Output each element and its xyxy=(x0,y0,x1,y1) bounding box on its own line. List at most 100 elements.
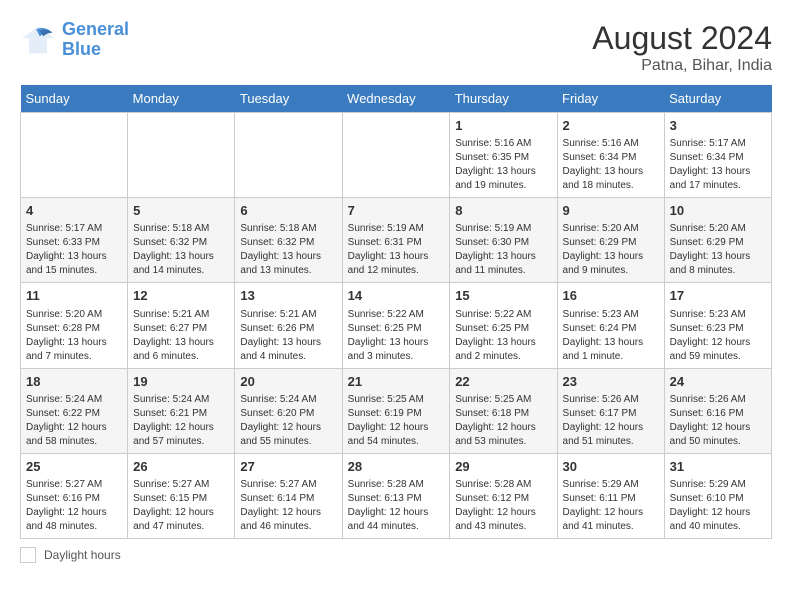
day-number: 17 xyxy=(670,287,766,305)
day-cell: 9 Sunrise: 5:20 AM Sunset: 6:29 PM Daylig… xyxy=(557,198,664,283)
day-cell: 12 Sunrise: 5:21 AM Sunset: 6:27 PM Dayli… xyxy=(128,283,235,368)
day-cell: 2 Sunrise: 5:16 AM Sunset: 6:34 PM Daylig… xyxy=(557,113,664,198)
day-info: Sunrise: 5:29 AM Sunset: 6:11 PM Dayligh… xyxy=(563,478,659,534)
header-wednesday: Wednesday xyxy=(342,85,450,113)
day-number: 10 xyxy=(670,202,766,220)
day-number: 23 xyxy=(563,373,659,391)
header-friday: Friday xyxy=(557,85,664,113)
day-cell: 27Sunrise: 5:27 AM Sunset: 6:14 PM Dayli… xyxy=(235,453,342,538)
week-row-4: 25 Sunrise: 5:27 AM Sunset: 6:16 PM Dayli… xyxy=(21,453,772,538)
day-info: Sunrise: 5:24 AM Sunset: 6:20 PM Dayligh… xyxy=(240,393,336,449)
day-info: Sunrise: 5:18 AM Sunset: 6:32 PM Dayligh… xyxy=(133,222,229,278)
day-number: 15 xyxy=(455,287,551,305)
day-number: 12 xyxy=(133,287,229,305)
day-info: Sunrise: 5:29 AM Sunset: 6:10 PM Dayligh… xyxy=(670,478,766,534)
week-row-3: 18Sunrise: 5:24 AM Sunset: 6:22 PM Dayli… xyxy=(21,368,772,453)
day-info: Sunrise: 5:26 AM Sunset: 6:17 PM Dayligh… xyxy=(563,393,659,449)
day-cell: 25 Sunrise: 5:27 AM Sunset: 6:16 PM Dayli… xyxy=(21,453,128,538)
day-cell: 26Sunrise: 5:27 AM Sunset: 6:15 PM Dayli… xyxy=(128,453,235,538)
day-cell: 28Sunrise: 5:28 AM Sunset: 6:13 PM Dayli… xyxy=(342,453,450,538)
day-info: Sunrise: 5:23 AM Sunset: 6:24 PM Dayligh… xyxy=(563,308,659,364)
day-cell: 7 Sunrise: 5:19 AM Sunset: 6:31 PM Daylig… xyxy=(342,198,450,283)
day-cell: 10 Sunrise: 5:20 AM Sunset: 6:29 PM Dayli… xyxy=(664,198,771,283)
day-number: 28 xyxy=(348,458,445,476)
day-info: Sunrise: 5:25 AM Sunset: 6:18 PM Dayligh… xyxy=(455,393,551,449)
header-saturday: Saturday xyxy=(664,85,771,113)
day-info: Sunrise: 5:22 AM Sunset: 6:25 PM Dayligh… xyxy=(348,308,445,364)
day-info: Sunrise: 5:21 AM Sunset: 6:27 PM Dayligh… xyxy=(133,308,229,364)
day-number: 16 xyxy=(563,287,659,305)
day-info: Sunrise: 5:20 AM Sunset: 6:29 PM Dayligh… xyxy=(670,222,766,278)
week-row-1: 4 Sunrise: 5:17 AM Sunset: 6:33 PM Daylig… xyxy=(21,198,772,283)
day-info: Sunrise: 5:24 AM Sunset: 6:21 PM Dayligh… xyxy=(133,393,229,449)
day-info: Sunrise: 5:20 AM Sunset: 6:29 PM Dayligh… xyxy=(563,222,659,278)
day-number: 6 xyxy=(240,202,336,220)
header-sunday: Sunday xyxy=(21,85,128,113)
day-number: 31 xyxy=(670,458,766,476)
day-number: 29 xyxy=(455,458,551,476)
day-info: Sunrise: 5:27 AM Sunset: 6:16 PM Dayligh… xyxy=(26,478,122,534)
day-cell: 16 Sunrise: 5:23 AM Sunset: 6:24 PM Dayli… xyxy=(557,283,664,368)
day-cell: 15 Sunrise: 5:22 AM Sunset: 6:25 PM Dayli… xyxy=(450,283,557,368)
week-row-2: 11Sunrise: 5:20 AM Sunset: 6:28 PM Dayli… xyxy=(21,283,772,368)
title-block: August 2024 Patna, Bihar, India xyxy=(592,20,772,75)
day-cell: 5Sunrise: 5:18 AM Sunset: 6:32 PM Daylig… xyxy=(128,198,235,283)
day-cell: 20 Sunrise: 5:24 AM Sunset: 6:20 PM Dayli… xyxy=(235,368,342,453)
day-info: Sunrise: 5:23 AM Sunset: 6:23 PM Dayligh… xyxy=(670,308,766,364)
logo-line1: General xyxy=(62,19,129,39)
day-info: Sunrise: 5:19 AM Sunset: 6:30 PM Dayligh… xyxy=(455,222,551,278)
day-cell: 3 Sunrise: 5:17 AM Sunset: 6:34 PM Daylig… xyxy=(664,113,771,198)
day-number: 9 xyxy=(563,202,659,220)
day-cell: 17 Sunrise: 5:23 AM Sunset: 6:23 PM Dayli… xyxy=(664,283,771,368)
day-number: 19 xyxy=(133,373,229,391)
day-cell: 11Sunrise: 5:20 AM Sunset: 6:28 PM Dayli… xyxy=(21,283,128,368)
week-row-0: 1Sunrise: 5:16 AM Sunset: 6:35 PM Daylig… xyxy=(21,113,772,198)
day-number: 3 xyxy=(670,117,766,135)
day-cell: 18Sunrise: 5:24 AM Sunset: 6:22 PM Dayli… xyxy=(21,368,128,453)
page-header: General Blue August 2024 Patna, Bihar, I… xyxy=(20,20,772,75)
day-info: Sunrise: 5:21 AM Sunset: 6:26 PM Dayligh… xyxy=(240,308,336,364)
day-info: Sunrise: 5:17 AM Sunset: 6:33 PM Dayligh… xyxy=(26,222,122,278)
calendar-body: 1Sunrise: 5:16 AM Sunset: 6:35 PM Daylig… xyxy=(21,113,772,539)
day-info: Sunrise: 5:19 AM Sunset: 6:31 PM Dayligh… xyxy=(348,222,445,278)
day-cell: 14Sunrise: 5:22 AM Sunset: 6:25 PM Dayli… xyxy=(342,283,450,368)
day-number: 2 xyxy=(563,117,659,135)
day-number: 22 xyxy=(455,373,551,391)
day-cell xyxy=(21,113,128,198)
day-cell: 23 Sunrise: 5:26 AM Sunset: 6:17 PM Dayli… xyxy=(557,368,664,453)
day-number: 18 xyxy=(26,373,122,391)
header-tuesday: Tuesday xyxy=(235,85,342,113)
logo-text: General Blue xyxy=(62,20,129,60)
logo-line2: Blue xyxy=(62,39,101,59)
location: Patna, Bihar, India xyxy=(592,57,772,75)
day-number: 13 xyxy=(240,287,336,305)
day-info: Sunrise: 5:17 AM Sunset: 6:34 PM Dayligh… xyxy=(670,137,766,193)
day-cell: 22 Sunrise: 5:25 AM Sunset: 6:18 PM Dayli… xyxy=(450,368,557,453)
header-row: Sunday Monday Tuesday Wednesday Thursday… xyxy=(21,85,772,113)
day-cell xyxy=(342,113,450,198)
day-cell: 31 Sunrise: 5:29 AM Sunset: 6:10 PM Dayli… xyxy=(664,453,771,538)
day-info: Sunrise: 5:27 AM Sunset: 6:15 PM Dayligh… xyxy=(133,478,229,534)
day-cell xyxy=(128,113,235,198)
calendar-header: Sunday Monday Tuesday Wednesday Thursday… xyxy=(21,85,772,113)
footer: Daylight hours xyxy=(20,547,772,563)
day-info: Sunrise: 5:28 AM Sunset: 6:12 PM Dayligh… xyxy=(455,478,551,534)
day-number: 4 xyxy=(26,202,122,220)
day-number: 25 xyxy=(26,458,122,476)
footer-box xyxy=(20,547,36,563)
logo: General Blue xyxy=(20,20,129,60)
calendar-table: Sunday Monday Tuesday Wednesday Thursday… xyxy=(20,85,772,539)
day-number: 30 xyxy=(563,458,659,476)
day-info: Sunrise: 5:26 AM Sunset: 6:16 PM Dayligh… xyxy=(670,393,766,449)
day-number: 20 xyxy=(240,373,336,391)
footer-label: Daylight hours xyxy=(44,548,121,562)
month-year: August 2024 xyxy=(592,20,772,57)
header-monday: Monday xyxy=(128,85,235,113)
day-number: 21 xyxy=(348,373,445,391)
day-cell: 8Sunrise: 5:19 AM Sunset: 6:30 PM Daylig… xyxy=(450,198,557,283)
day-info: Sunrise: 5:16 AM Sunset: 6:34 PM Dayligh… xyxy=(563,137,659,193)
day-info: Sunrise: 5:25 AM Sunset: 6:19 PM Dayligh… xyxy=(348,393,445,449)
day-number: 24 xyxy=(670,373,766,391)
day-info: Sunrise: 5:22 AM Sunset: 6:25 PM Dayligh… xyxy=(455,308,551,364)
day-number: 7 xyxy=(348,202,445,220)
